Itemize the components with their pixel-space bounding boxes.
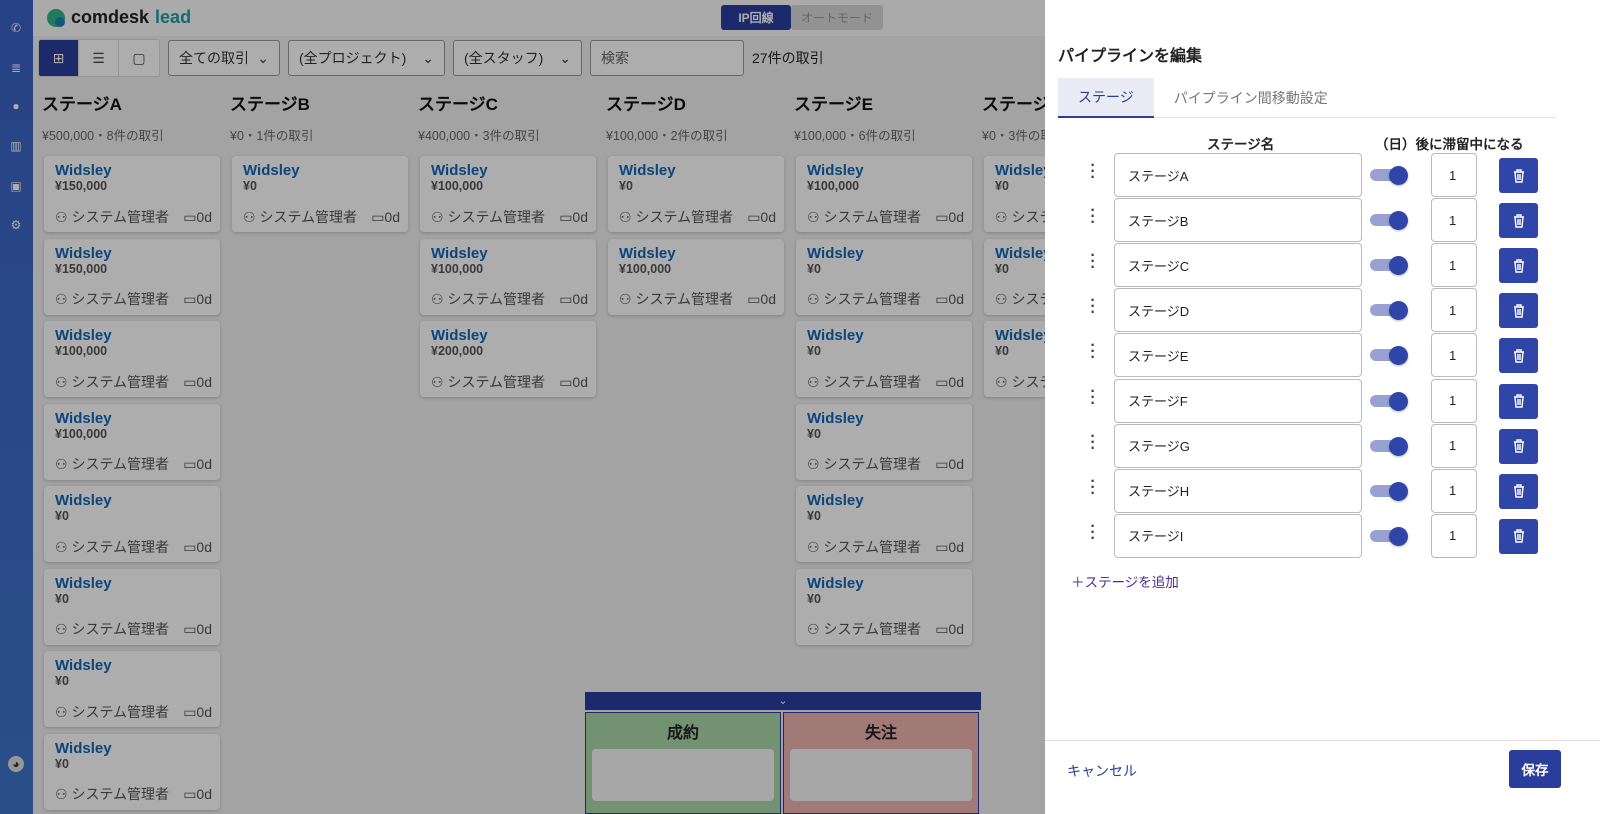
tab-stages[interactable]: ステージ xyxy=(1058,78,1154,118)
stage-toggle[interactable] xyxy=(1370,301,1408,321)
modal-backdrop[interactable] xyxy=(0,0,1045,814)
trash-icon xyxy=(1513,529,1524,543)
stale-days-input[interactable]: 1 xyxy=(1431,153,1477,197)
stale-days-value: 1 xyxy=(1449,167,1457,183)
stage-row: · · · ステージA 1 xyxy=(1045,153,1600,197)
stale-days-value: 1 xyxy=(1449,302,1457,318)
delete-stage-button[interactable] xyxy=(1499,158,1538,193)
drag-handle-icon[interactable]: · · · xyxy=(1089,338,1097,366)
delete-stage-button[interactable] xyxy=(1499,383,1538,419)
stale-days-input[interactable]: 1 xyxy=(1431,378,1477,423)
stage-row: · · · ステージB 1 xyxy=(1045,198,1600,243)
stale-days-input[interactable]: 1 xyxy=(1431,423,1477,468)
panel-footer: キャンセル 保存 xyxy=(1045,740,1600,814)
stage-toggle[interactable] xyxy=(1370,166,1408,185)
stage-name-input[interactable]: ステージB xyxy=(1114,198,1362,243)
stage-name-input[interactable]: ステージI xyxy=(1114,513,1362,558)
drag-handle-icon[interactable]: · · · xyxy=(1089,293,1097,321)
delete-stage-button[interactable] xyxy=(1499,203,1538,239)
stage-row: · · · ステージC 1 xyxy=(1045,243,1600,288)
plus-icon: ＋ xyxy=(1071,575,1085,590)
stage-name-input[interactable]: ステージE xyxy=(1114,333,1362,378)
stale-days-value: 1 xyxy=(1449,483,1457,499)
delete-stage-button[interactable] xyxy=(1499,338,1538,374)
stage-name-input[interactable]: ステージD xyxy=(1114,288,1362,333)
stage-toggle[interactable] xyxy=(1370,391,1408,411)
stage-row: · · · ステージE 1 xyxy=(1045,333,1600,378)
stage-toggle[interactable] xyxy=(1370,436,1408,456)
stage-row: · · · ステージI 1 xyxy=(1045,513,1600,558)
trash-icon xyxy=(1513,213,1524,228)
cancel-button[interactable]: キャンセル xyxy=(1067,761,1137,781)
trash-icon xyxy=(1513,349,1524,363)
delete-stage-button[interactable] xyxy=(1499,473,1538,509)
stage-name-value: ステージC xyxy=(1128,258,1190,274)
stage-name-input[interactable]: ステージC xyxy=(1114,243,1362,288)
trash-icon xyxy=(1513,304,1524,318)
stale-days-value: 1 xyxy=(1449,257,1457,273)
stage-row: · · · ステージD 1 xyxy=(1045,288,1600,333)
drag-handle-icon[interactable]: · · · xyxy=(1089,158,1097,186)
add-stage-label: ステージを追加 xyxy=(1084,575,1179,590)
stale-days-input[interactable]: 1 xyxy=(1431,288,1477,333)
stage-row: · · · ステージG 1 xyxy=(1045,423,1600,468)
stale-days-value: 1 xyxy=(1449,438,1457,454)
stage-name-value: ステージB xyxy=(1128,213,1189,229)
add-stage-button[interactable]: ＋ステージを追加 xyxy=(1071,571,1179,591)
stage-row: · · · ステージF 1 xyxy=(1045,378,1600,423)
stale-days-input[interactable]: 1 xyxy=(1431,333,1477,378)
trash-icon xyxy=(1513,258,1524,273)
drag-handle-icon[interactable]: · · · xyxy=(1089,383,1097,411)
stage-toggle[interactable] xyxy=(1370,211,1408,231)
stage-name-header: ステージ名 xyxy=(1207,137,1275,152)
delete-stage-button[interactable] xyxy=(1499,248,1538,284)
stage-name-value: ステージA xyxy=(1128,168,1189,184)
stage-name-value: ステージE xyxy=(1128,348,1189,364)
delete-stage-button[interactable] xyxy=(1499,518,1538,554)
stale-days-value: 1 xyxy=(1449,393,1457,408)
stage-toggle[interactable] xyxy=(1370,346,1408,366)
stage-name-value: ステージG xyxy=(1128,439,1190,455)
stage-name-value: ステージF xyxy=(1128,394,1188,409)
stage-name-value: ステージI xyxy=(1128,529,1184,545)
drag-handle-icon[interactable]: · · · xyxy=(1089,428,1097,456)
stage-name-value: ステージD xyxy=(1128,303,1190,319)
stage-toggle[interactable] xyxy=(1370,256,1408,276)
edit-pipeline-panel: パイプラインを編集 ステージ パイプライン間移動設定 ステージ名 （日）後に滞留… xyxy=(1045,0,1600,814)
tab-pipeline-move-settings[interactable]: パイプライン間移動設定 xyxy=(1154,78,1348,118)
stage-name-input[interactable]: ステージH xyxy=(1114,468,1362,513)
trash-icon xyxy=(1513,394,1524,408)
stale-days-header: （日）後に滞留中になる xyxy=(1375,137,1524,152)
stage-toggle[interactable] xyxy=(1370,526,1408,546)
delete-stage-button[interactable] xyxy=(1499,293,1538,329)
drag-handle-icon[interactable]: · · · xyxy=(1089,473,1097,501)
drag-handle-icon[interactable]: · · · xyxy=(1089,518,1097,546)
trash-icon xyxy=(1513,439,1524,453)
stage-name-input[interactable]: ステージG xyxy=(1114,423,1362,468)
stage-toggle[interactable] xyxy=(1370,481,1408,501)
stage-name-value: ステージH xyxy=(1128,484,1190,500)
panel-title: パイプラインを編集 xyxy=(1058,48,1203,65)
stage-name-input[interactable]: ステージA xyxy=(1114,153,1362,197)
save-button[interactable]: 保存 xyxy=(1509,750,1561,788)
stale-days-value: 1 xyxy=(1449,528,1457,544)
trash-icon xyxy=(1513,168,1524,183)
trash-icon xyxy=(1513,484,1524,498)
stale-days-input[interactable]: 1 xyxy=(1431,243,1477,288)
stage-name-input[interactable]: ステージF xyxy=(1114,378,1362,423)
delete-stage-button[interactable] xyxy=(1499,428,1538,464)
stale-days-input[interactable]: 1 xyxy=(1431,513,1477,558)
drag-handle-icon[interactable]: · · · xyxy=(1089,248,1097,276)
panel-tabs: ステージ パイプライン間移動設定 xyxy=(1058,78,1556,118)
drag-handle-icon[interactable]: · · · xyxy=(1089,203,1097,231)
stale-days-value: 1 xyxy=(1449,212,1457,228)
stale-days-input[interactable]: 1 xyxy=(1431,468,1477,513)
stale-days-value: 1 xyxy=(1449,347,1457,363)
stage-row: · · · ステージH 1 xyxy=(1045,468,1600,513)
stale-days-input[interactable]: 1 xyxy=(1431,198,1477,243)
